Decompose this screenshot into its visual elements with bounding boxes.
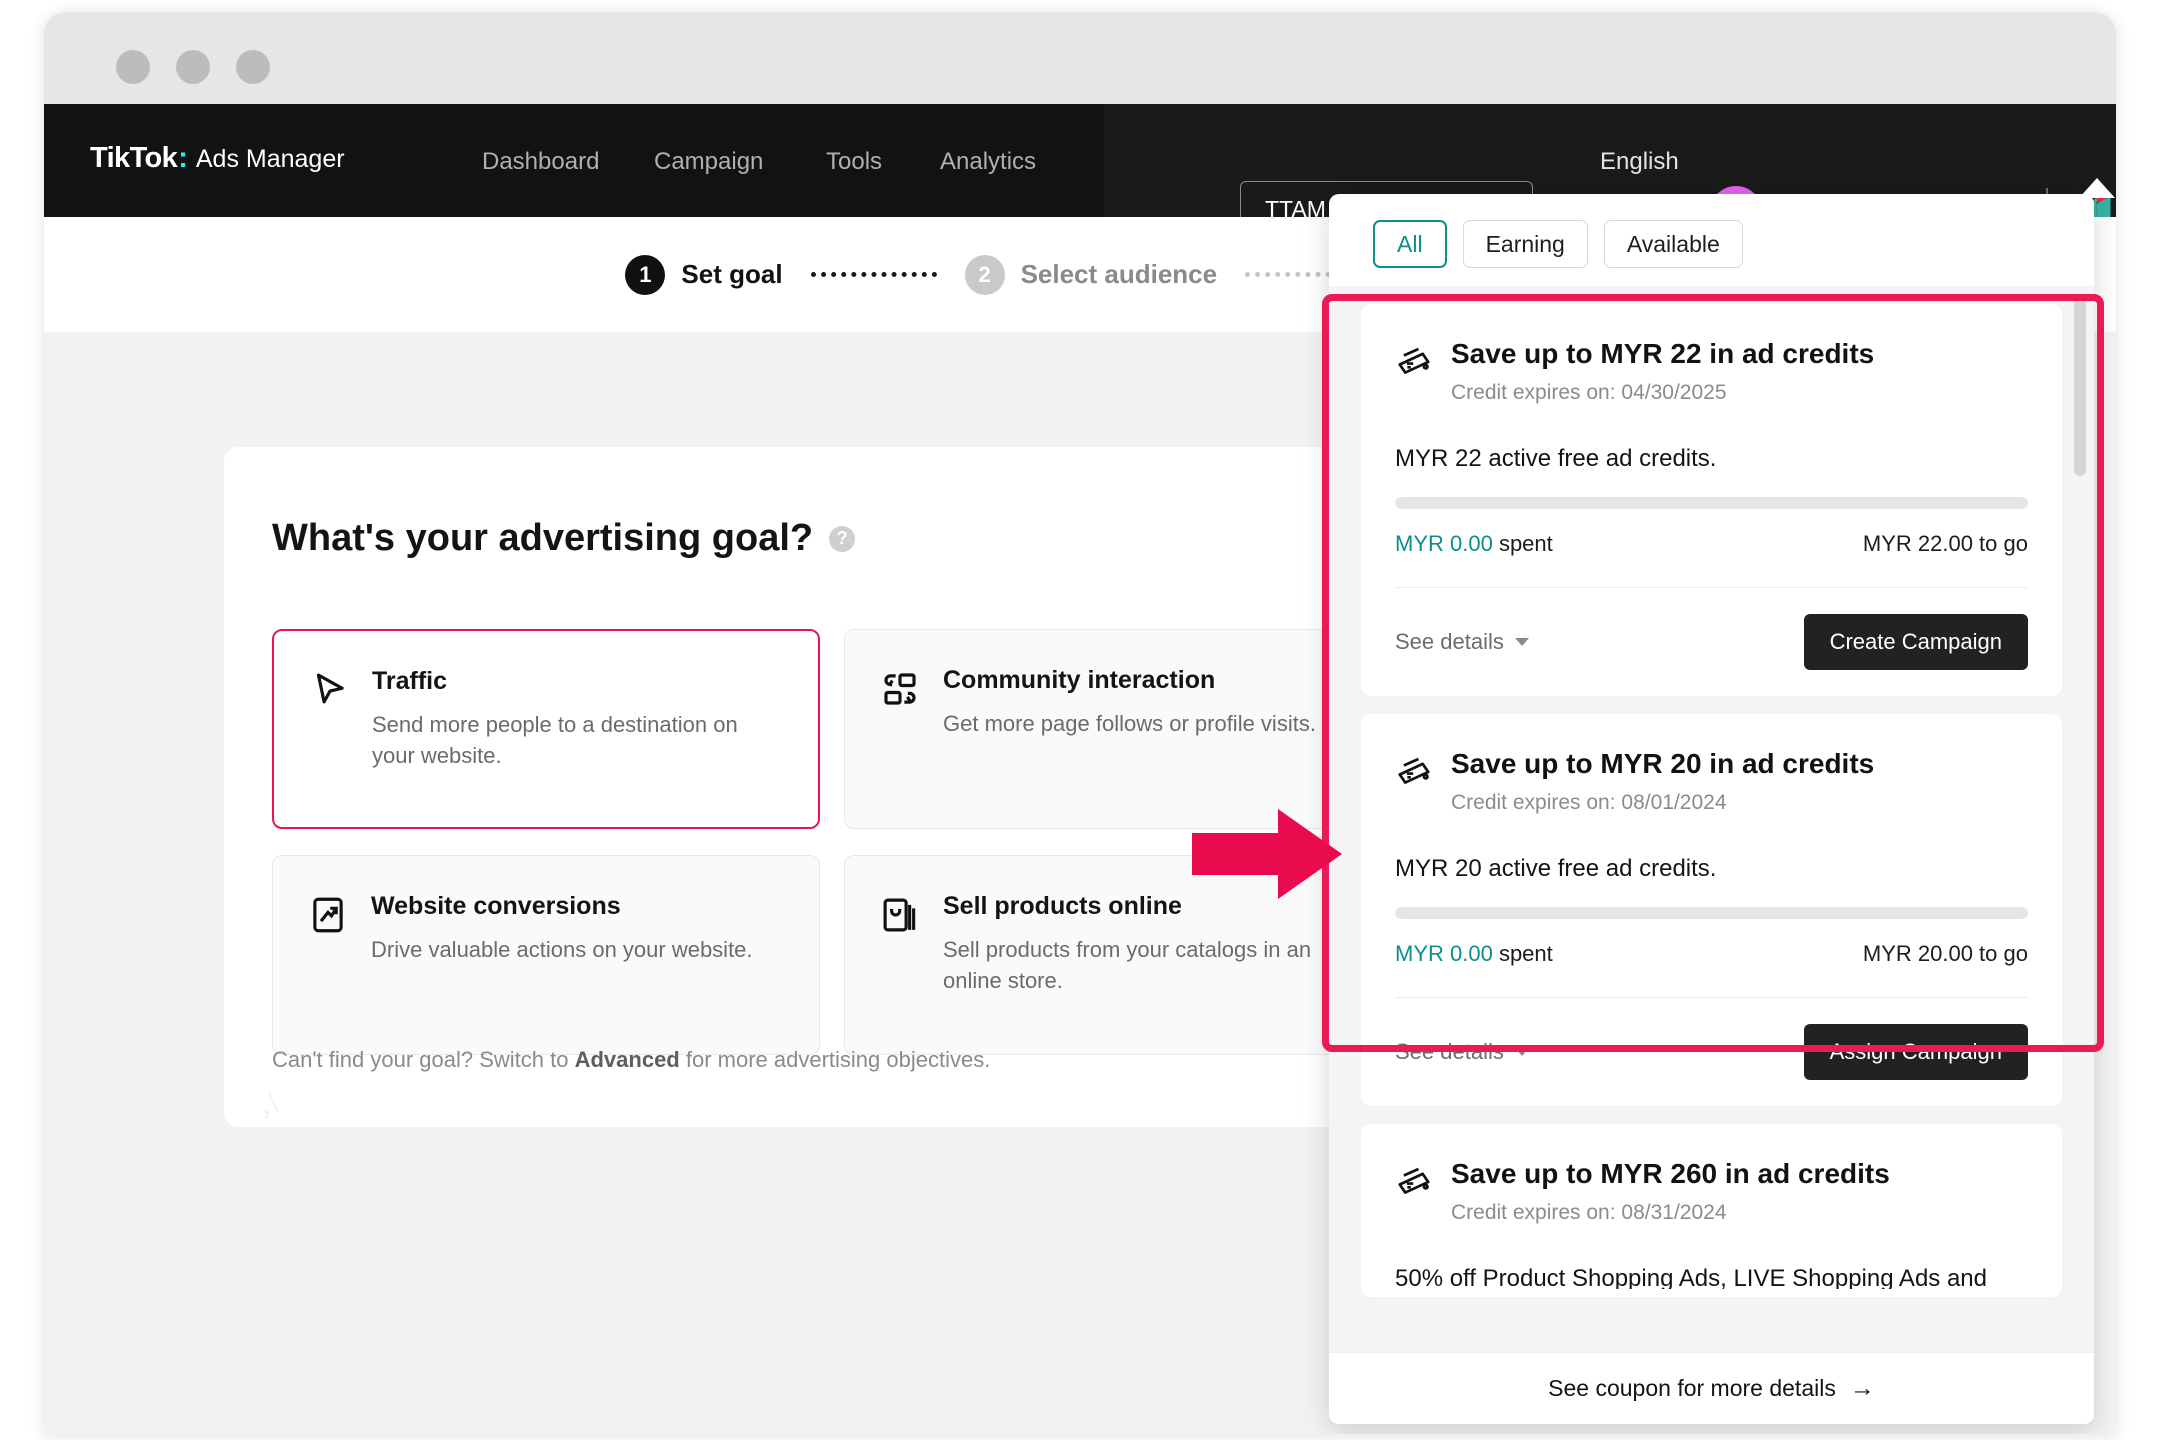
coupon-spent: MYR 0.00 spent	[1395, 941, 1553, 967]
step-connector-1	[810, 272, 937, 277]
coupon-spent-amount: MYR 0.00	[1395, 531, 1493, 556]
goal-card-community-interaction[interactable]: Community interaction Get more page foll…	[844, 629, 1392, 829]
conversion-icon	[307, 894, 349, 936]
brand-product-label: Ads Manager	[195, 145, 345, 173]
screenshot-root: TikTok : Ads Manager Dashboard Campaign …	[0, 0, 2160, 1440]
nav-item-dashboard[interactable]: Dashboard	[482, 148, 599, 176]
coupon-progress-bar	[1395, 497, 2028, 509]
step-label: Set goal	[681, 259, 783, 289]
catalog-icon	[879, 894, 921, 936]
coupon-remaining: MYR 22.00 to go	[1862, 531, 2028, 556]
coupon-card: Save up to MYR 20 in ad credits Credit e…	[1361, 714, 2062, 1106]
app-viewport: TikTok : Ads Manager Dashboard Campaign …	[44, 104, 2116, 1434]
chevron-down-icon	[1514, 1048, 1529, 1056]
nav-item-tools[interactable]: Tools	[826, 148, 882, 176]
cursor-icon	[308, 669, 350, 711]
coupon-panel-footer[interactable]: See coupon for more details →	[1329, 1352, 2094, 1424]
coupon-list-scroll-area[interactable]: Save up to MYR 22 in ad credits Credit e…	[1329, 286, 2094, 1352]
coupon-scrollbar-thumb[interactable]	[2074, 298, 2086, 476]
page-title-text: What's your advertising goal?	[272, 517, 814, 559]
coupon-card: Save up to MYR 260 in ad credits Credit …	[1361, 1124, 2062, 1297]
step-select-audience[interactable]: 2 Select audience	[964, 254, 1218, 295]
arrow-right-icon: →	[1849, 1374, 1875, 1402]
goal-card-traffic[interactable]: Traffic Send more people to a destinatio…	[272, 629, 820, 829]
annotation-arrow-icon	[1192, 809, 1342, 899]
coupon-card: Save up to MYR 22 in ad credits Credit e…	[1361, 304, 2062, 696]
coupon-see-details-label: See details	[1395, 629, 1504, 654]
goal-card-website-conversions[interactable]: Website conversions Drive valuable actio…	[272, 855, 820, 1055]
coupon-divider	[1395, 997, 2028, 998]
browser-window: TikTok : Ads Manager Dashboard Campaign …	[44, 12, 2116, 1434]
goal-title: Traffic	[372, 667, 448, 695]
coupon-dropdown-panel: All Earning Available Save up to MYR 22 …	[1329, 194, 2094, 1424]
community-icon	[879, 668, 921, 710]
window-close-button[interactable]	[116, 50, 150, 84]
window-minimize-button[interactable]	[176, 50, 210, 84]
goal-footer-prefix: Can't find your goal? Switch to	[272, 1047, 575, 1072]
goal-description: Get more page follows or profile visits.	[943, 711, 1316, 736]
coupon-filter-earning[interactable]: Earning	[1462, 220, 1588, 268]
coupon-remaining: MYR 20.00 to go	[1862, 941, 2028, 966]
coupon-see-details-toggle[interactable]: See details	[1395, 1039, 1529, 1065]
language-selector[interactable]: English	[1600, 148, 1679, 176]
brand-logo[interactable]: TikTok : Ads Manager	[90, 142, 345, 175]
coupon-active-credits: MYR 20 active free ad credits.	[1395, 855, 1717, 882]
goal-footer-suffix: for more advertising objectives.	[679, 1047, 991, 1072]
step-label: Select audience	[1020, 259, 1218, 289]
goal-description: Drive valuable actions on your website.	[371, 937, 753, 962]
ticket-icon	[1395, 752, 1433, 790]
goal-description: Send more people to a destination on you…	[372, 712, 738, 769]
window-titlebar	[44, 12, 2116, 104]
nav-item-analytics[interactable]: Analytics	[940, 148, 1036, 176]
ticket-icon	[1395, 1162, 1433, 1200]
goal-title: Community interaction	[943, 666, 1216, 694]
coupon-spent: MYR 0.00 spent	[1395, 531, 1553, 557]
coupon-filter-all[interactable]: All	[1373, 220, 1447, 268]
watermark-mark: ,\	[259, 1086, 280, 1121]
assign-campaign-button[interactable]: Assign Campaign	[1803, 1024, 2028, 1080]
goal-title: Website conversions	[371, 892, 621, 920]
coupon-filter-tabs: All Earning Available	[1373, 220, 1743, 268]
window-maximize-button[interactable]	[236, 50, 270, 84]
coupon-title: Save up to MYR 260 in ad credits	[1451, 1158, 1890, 1189]
step-set-goal[interactable]: 1 Set goal	[625, 254, 783, 295]
coupon-see-details-toggle[interactable]: See details	[1395, 629, 1529, 655]
brand-colon: :	[178, 142, 188, 174]
coupon-expiry: Credit expires on: 08/31/2024	[1451, 1201, 1727, 1224]
coupon-spent-suffix: spent	[1492, 941, 1553, 966]
chevron-down-icon	[1514, 638, 1529, 646]
coupon-progress-bar	[1395, 907, 2028, 919]
ticket-icon	[1395, 342, 1433, 380]
see-coupon-details-label: See coupon for more details	[1548, 1375, 1836, 1401]
goal-footer-hint: Can't find your goal? Switch to Advanced…	[272, 1047, 990, 1073]
coupon-active-credits: 50% off Product Shopping Ads, LIVE Shopp…	[1395, 1265, 1987, 1289]
coupon-divider	[1395, 587, 2028, 588]
goal-description: Sell products from your catalogs in an o…	[943, 937, 1312, 994]
help-tooltip-icon[interactable]: ?	[829, 525, 856, 552]
coupon-filter-available[interactable]: Available	[1603, 220, 1743, 268]
coupon-title: Save up to MYR 22 in ad credits	[1451, 338, 1875, 369]
coupon-spent-suffix: spent	[1492, 531, 1553, 556]
coupon-expiry: Credit expires on: 08/01/2024	[1451, 791, 1727, 814]
nav-item-campaign[interactable]: Campaign	[654, 148, 763, 176]
goal-footer-advanced-link[interactable]: Advanced	[575, 1047, 680, 1072]
step-number: 1	[625, 254, 666, 295]
create-campaign-button[interactable]: Create Campaign	[1803, 614, 2028, 670]
coupon-see-details-label: See details	[1395, 1039, 1504, 1064]
coupon-spent-amount: MYR 0.00	[1395, 941, 1493, 966]
step-number: 2	[964, 254, 1005, 295]
coupon-title: Save up to MYR 20 in ad credits	[1451, 748, 1875, 779]
coupon-active-credits: MYR 22 active free ad credits.	[1395, 445, 1717, 472]
coupon-panel-pointer	[2079, 178, 2115, 198]
coupon-expiry: Credit expires on: 04/30/2025	[1451, 381, 1727, 404]
brand-name: TikTok	[90, 142, 178, 174]
page-title: What's your advertising goal? ?	[272, 517, 856, 560]
